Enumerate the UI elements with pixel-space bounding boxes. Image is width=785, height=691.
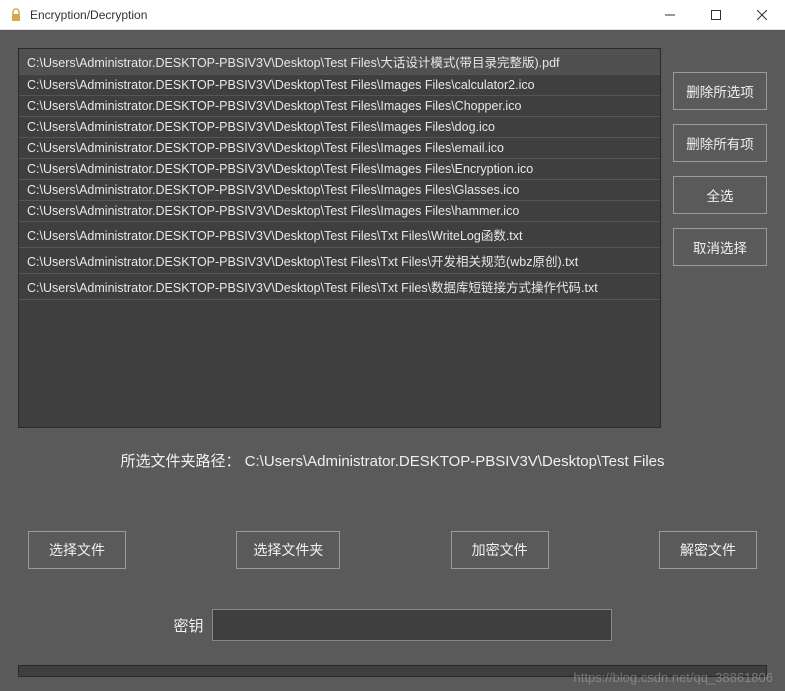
- folder-path-label: 所选文件夹路径： C:\Users\Administrator.DESKTOP-…: [18, 450, 767, 471]
- file-row[interactable]: C:\Users\Administrator.DESKTOP-PBSIV3V\D…: [19, 274, 660, 300]
- key-label: 密钥: [173, 615, 203, 636]
- main-row: C:\Users\Administrator.DESKTOP-PBSIV3V\D…: [18, 48, 767, 428]
- file-row[interactable]: C:\Users\Administrator.DESKTOP-PBSIV3V\D…: [19, 138, 660, 159]
- window-controls: [647, 0, 785, 29]
- file-row[interactable]: C:\Users\Administrator.DESKTOP-PBSIV3V\D…: [19, 75, 660, 96]
- path-prefix: 所选文件夹路径：: [120, 453, 240, 470]
- delete-all-button[interactable]: 删除所有项: [673, 124, 767, 162]
- choose-folder-button[interactable]: 选择文件夹: [236, 531, 340, 569]
- key-row: 密钥: [18, 609, 767, 641]
- progress-bar: [18, 665, 767, 677]
- maximize-button[interactable]: [693, 0, 739, 29]
- file-row[interactable]: C:\Users\Administrator.DESKTOP-PBSIV3V\D…: [19, 96, 660, 117]
- choose-file-button[interactable]: 选择文件: [28, 531, 126, 569]
- file-row[interactable]: C:\Users\Administrator.DESKTOP-PBSIV3V\D…: [19, 201, 660, 222]
- file-row[interactable]: C:\Users\Administrator.DESKTOP-PBSIV3V\D…: [19, 49, 660, 75]
- key-input[interactable]: [212, 609, 612, 641]
- select-all-button[interactable]: 全选: [673, 176, 767, 214]
- window-title: Encryption/Decryption: [30, 8, 647, 22]
- encrypt-button[interactable]: 加密文件: [451, 531, 549, 569]
- file-list[interactable]: C:\Users\Administrator.DESKTOP-PBSIV3V\D…: [18, 48, 661, 428]
- client-area: C:\Users\Administrator.DESKTOP-PBSIV3V\D…: [0, 30, 785, 691]
- close-button[interactable]: [739, 0, 785, 29]
- file-row[interactable]: C:\Users\Administrator.DESKTOP-PBSIV3V\D…: [19, 248, 660, 274]
- app-window: Encryption/Decryption C:\Users\Administr…: [0, 0, 785, 691]
- side-buttons: 删除所选项 删除所有项 全选 取消选择: [673, 48, 767, 428]
- minimize-button[interactable]: [647, 0, 693, 29]
- decrypt-button[interactable]: 解密文件: [659, 531, 757, 569]
- titlebar: Encryption/Decryption: [0, 0, 785, 30]
- action-row: 选择文件 选择文件夹 加密文件 解密文件: [18, 531, 767, 569]
- app-icon: [8, 7, 24, 23]
- file-row[interactable]: C:\Users\Administrator.DESKTOP-PBSIV3V\D…: [19, 117, 660, 138]
- path-value: C:\Users\Administrator.DESKTOP-PBSIV3V\D…: [245, 453, 665, 470]
- deselect-button[interactable]: 取消选择: [673, 228, 767, 266]
- file-row[interactable]: C:\Users\Administrator.DESKTOP-PBSIV3V\D…: [19, 222, 660, 248]
- file-row[interactable]: C:\Users\Administrator.DESKTOP-PBSIV3V\D…: [19, 159, 660, 180]
- delete-selected-button[interactable]: 删除所选项: [673, 72, 767, 110]
- file-row[interactable]: C:\Users\Administrator.DESKTOP-PBSIV3V\D…: [19, 180, 660, 201]
